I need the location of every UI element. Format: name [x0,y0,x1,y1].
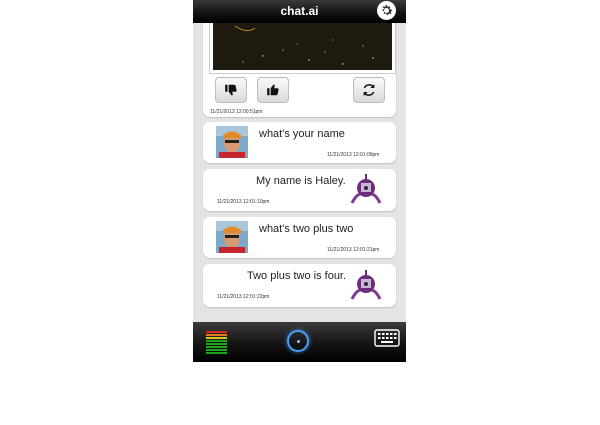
message-bubble-bot: Two plus two is four. 11/21/2013 12:01:2… [203,264,396,307]
microphone-icon [296,339,300,343]
phone-screen: chat.ai 11/21/2013 12:00:51pm what's you… [193,0,406,362]
refresh-icon [363,84,375,96]
thumbs-up-icon [267,84,279,96]
message-bubble-user: what's your name 11/21/2013 12:01:09pm [203,122,396,163]
image-response-card: 11/21/2013 12:00:51pm [203,23,396,117]
night-sky-image [213,23,392,70]
keyboard-icon [374,329,400,347]
message-timestamp: 11/21/2013 12:01:09pm [327,152,380,158]
thumbs-down-icon [225,84,237,96]
top-bar: chat.ai [193,0,406,23]
settings-button[interactable] [377,1,396,20]
robot-icon [350,270,382,300]
message-text: My name is Haley. [256,175,346,187]
audio-level-meter [206,331,227,357]
dislike-button[interactable] [215,77,247,103]
message-text: what's two plus two [259,223,354,235]
keyboard-button[interactable] [374,329,400,347]
user-avatar [216,126,248,158]
app-title: chat.ai [280,4,319,18]
message-text: what's your name [259,128,345,140]
like-button[interactable] [257,77,289,103]
message-timestamp: 11/21/2013 12:01:22pm [217,294,270,300]
message-timestamp: 11/21/2013 12:01:21pm [327,247,380,253]
message-text: Two plus two is four. [247,270,347,282]
user-avatar [216,221,248,253]
robot-icon [350,174,382,204]
bottom-toolbar [193,322,406,362]
microphone-button[interactable] [287,330,309,352]
message-timestamp: 11/21/2013 12:00:51pm [210,109,263,115]
message-bubble-bot: My name is Haley. 11/21/2013 12:01:10pm [203,169,396,211]
message-bubble-user: what's two plus two 11/21/2013 12:01:21p… [203,217,396,258]
message-timestamp: 11/21/2013 12:01:10pm [217,199,270,205]
bot-avatar [350,269,382,301]
chat-scroll-area[interactable]: 11/21/2013 12:00:51pm what's your name 1… [193,23,406,322]
response-image [209,23,396,74]
user-photo [216,221,248,253]
refresh-button[interactable] [353,77,385,103]
user-photo [216,126,248,158]
bot-avatar [350,173,382,205]
gear-icon [382,5,393,15]
